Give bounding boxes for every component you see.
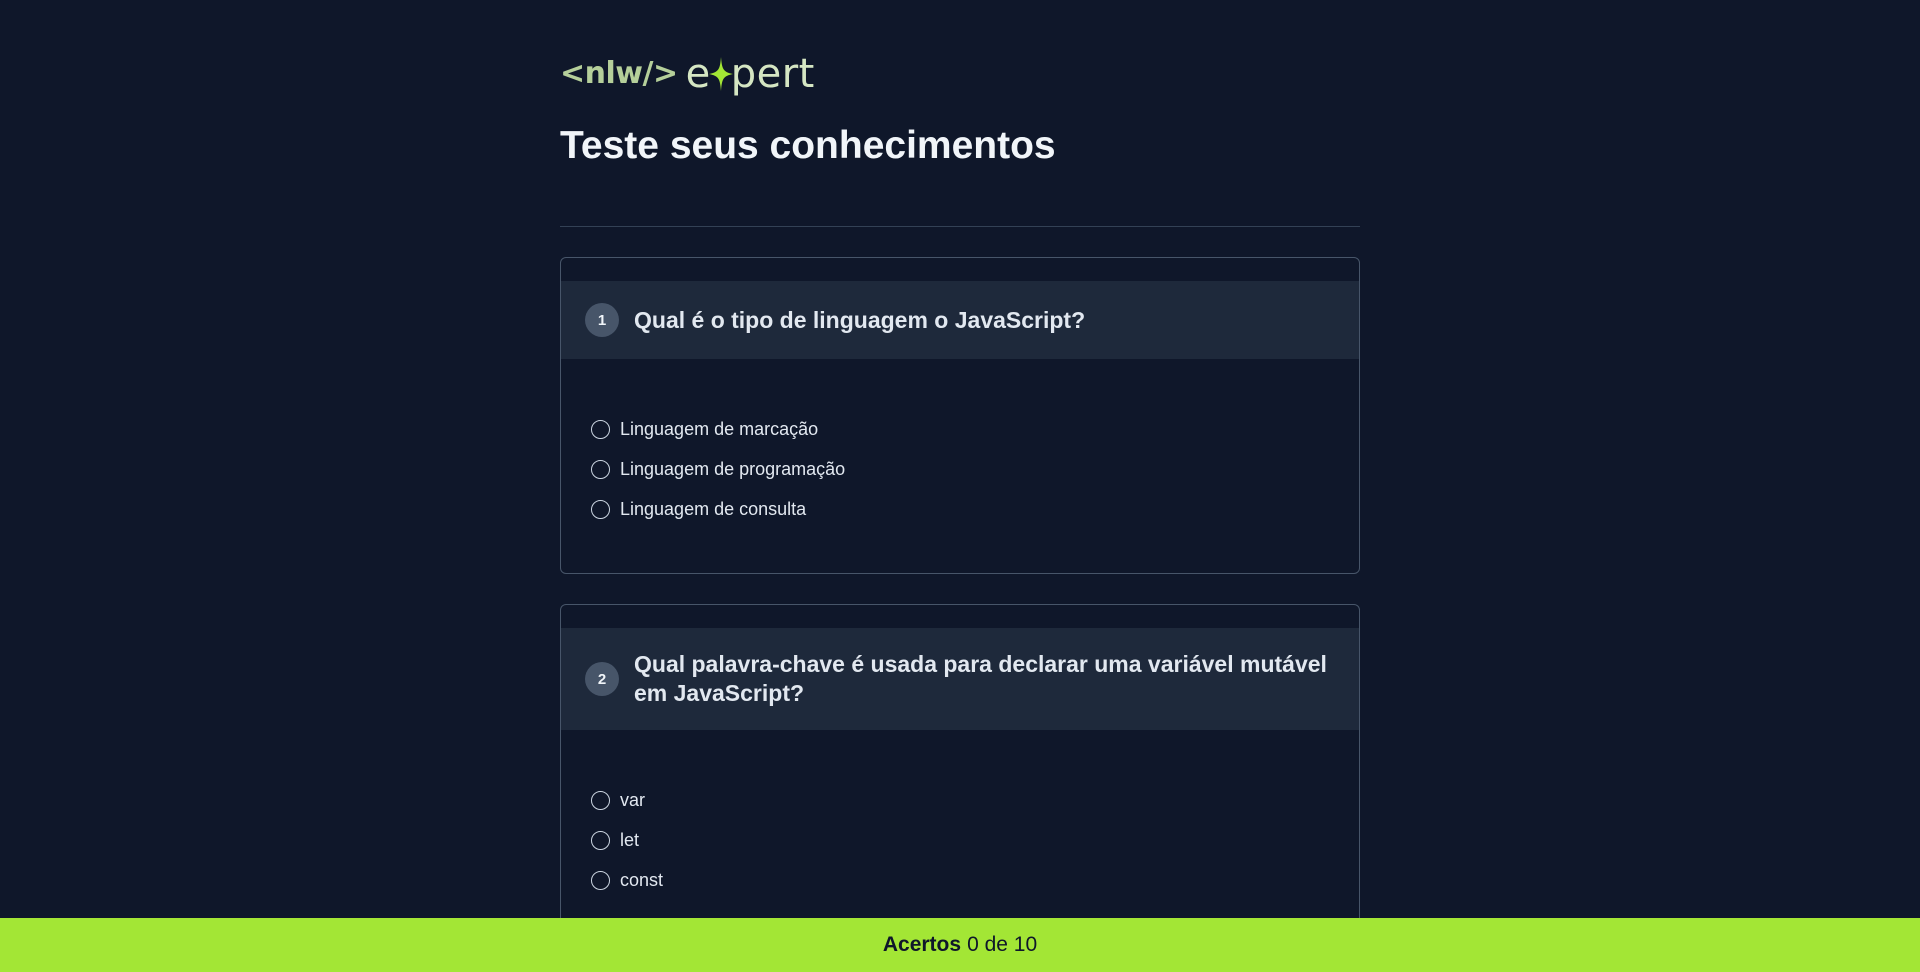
score-label: Acertos — [882, 933, 962, 956]
answer-option-label[interactable]: Linguagem de marcação — [620, 419, 818, 440]
question-card-2: 2 Qual palavra-chave é usada para declar… — [560, 604, 1360, 945]
answer-option[interactable]: const — [591, 860, 1329, 900]
divider — [560, 226, 1360, 227]
sparkle-icon — [708, 57, 733, 91]
question-header: 2 Qual palavra-chave é usada para declar… — [561, 628, 1359, 730]
nlw-expert-logo: <nlw/> e pert — [560, 52, 1360, 96]
radio-button[interactable] — [591, 790, 610, 810]
answer-option[interactable]: Linguagem de programação — [591, 449, 1329, 489]
radio-button[interactable] — [591, 830, 610, 850]
answer-option-label[interactable]: var — [620, 790, 645, 811]
answer-option-label[interactable]: const — [620, 870, 663, 891]
answer-option[interactable]: let — [591, 820, 1329, 860]
question-card-1: 1 Qual é o tipo de linguagem o JavaScrip… — [560, 257, 1360, 574]
answer-option[interactable]: Linguagem de marcação — [591, 409, 1329, 449]
radio-button[interactable] — [591, 419, 610, 439]
quiz-page: <nlw/> e pert Teste seus conhecimentos 1… — [0, 0, 1920, 972]
answer-option[interactable]: Linguagem de consulta — [591, 489, 1329, 529]
answer-option-label[interactable]: Linguagem de consulta — [620, 499, 806, 520]
question-number-badge: 2 — [585, 662, 619, 696]
logo-expert-text: e pert — [686, 54, 815, 94]
score-footer: Acertos 0 de 10 — [0, 918, 1920, 972]
radio-button[interactable] — [591, 459, 610, 479]
page-title: Teste seus conhecimentos — [560, 124, 1056, 167]
score-value: 0 de 10 — [967, 933, 1038, 956]
answer-option-label[interactable]: Linguagem de programação — [620, 459, 845, 480]
answer-option-label[interactable]: let — [620, 830, 639, 851]
answer-option[interactable]: var — [591, 780, 1329, 820]
main-content: <nlw/> e pert Teste seus conhecimentos 1… — [560, 52, 1360, 945]
logo-nlw-text: <nlw/> — [560, 56, 678, 91]
logo-expert-suffix: pert — [730, 51, 815, 97]
radio-button[interactable] — [591, 499, 610, 519]
question-text: Qual palavra-chave é usada para declarar… — [634, 651, 1327, 706]
question-text: Qual é o tipo de linguagem o JavaScript? — [634, 306, 1086, 333]
radio-button[interactable] — [591, 870, 610, 890]
answer-options: var let const — [561, 780, 1359, 900]
question-number-badge: 1 — [585, 303, 619, 337]
answer-options: Linguagem de marcação Linguagem de progr… — [561, 409, 1359, 529]
logo-expert-prefix: e — [685, 51, 711, 97]
question-header: 1 Qual é o tipo de linguagem o JavaScrip… — [561, 281, 1359, 359]
